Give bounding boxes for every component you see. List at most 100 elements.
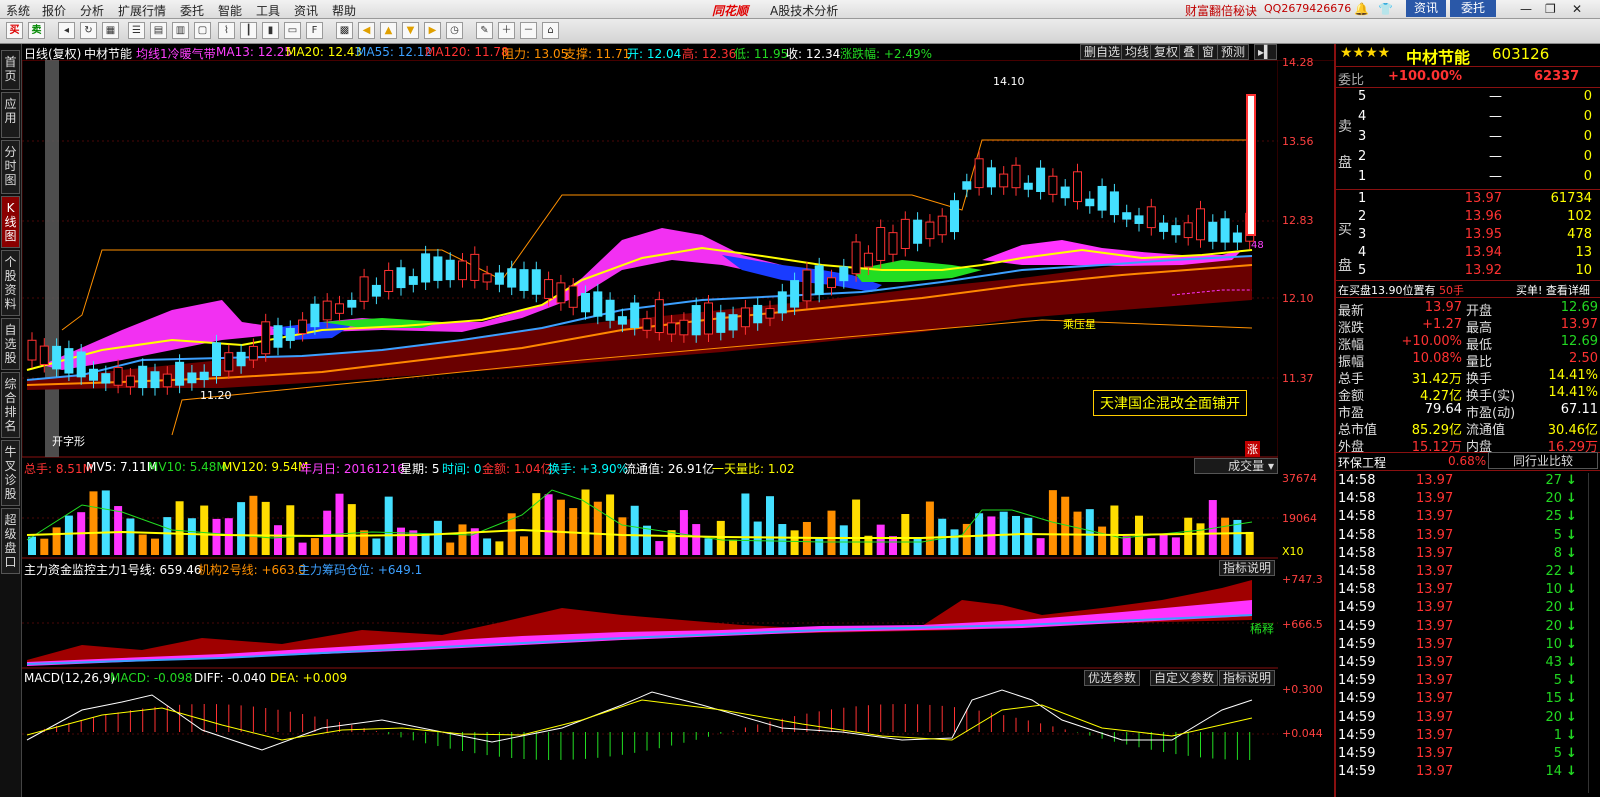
industry-compare-button[interactable]: 同行业比较 — [1488, 452, 1598, 469]
right-arrow-icon[interactable]: ▶ — [424, 22, 441, 39]
custom-param-button[interactable]: 自定义参数 — [1150, 670, 1219, 686]
buy-row[interactable]: 2 13.96 102 — [1358, 209, 1598, 227]
list-icon[interactable]: ☰ — [128, 22, 145, 39]
clock-icon[interactable]: ◷ — [446, 22, 463, 39]
nav-ranking[interactable]: 综合排名 — [1, 372, 20, 438]
sell-row[interactable]: 4 — 0 — [1358, 109, 1598, 129]
close-icon[interactable]: ✕ — [1572, 2, 1582, 16]
up-arrow-icon[interactable]: ▲ — [380, 22, 397, 39]
sell-row[interactable]: 5 — 0 — [1358, 89, 1598, 109]
sell-row[interactable]: 2 — 0 — [1358, 149, 1598, 169]
back-icon[interactable]: ◂ — [58, 22, 75, 39]
nav-super-panel[interactable]: 超级盘口 — [1, 508, 20, 574]
ma-button[interactable]: 均线 — [1121, 44, 1154, 60]
zoom-out-icon[interactable]: － — [520, 22, 537, 39]
nav-stock-info[interactable]: 个股资料 — [1, 250, 20, 316]
vol-date: 年月日: 20161216 — [300, 462, 405, 476]
industry-name[interactable]: 环保工程 — [1338, 454, 1386, 471]
news-annotation[interactable]: 天津国企混改全面铺开 — [1093, 390, 1247, 416]
refresh-icon[interactable]: ↻ — [80, 22, 97, 39]
macd-help-button[interactable]: 指标说明 — [1219, 670, 1276, 686]
volume-bar — [52, 527, 61, 555]
trade-button[interactable]: 委托 — [1450, 0, 1496, 17]
candle-body — [482, 273, 492, 283]
tick-price: 13.97 — [1416, 509, 1454, 525]
macd-header: MACD(12,26,9) MACD: -0.098 DIFF: -0.040 … — [22, 670, 1278, 686]
buy-row[interactable]: 1 13.97 61734 — [1358, 191, 1598, 209]
nav-diagnosis[interactable]: 牛叉诊股 — [1, 440, 20, 506]
menu-tools[interactable]: 工具 — [256, 2, 280, 19]
buy-row[interactable]: 5 13.92 10 — [1358, 263, 1598, 281]
menu-extended[interactable]: 扩展行情 — [118, 2, 166, 19]
menu-news[interactable]: 资讯 — [294, 2, 318, 19]
promo-link[interactable]: 财富翻倍秘诀 — [1185, 2, 1257, 19]
candle-body — [556, 282, 566, 304]
candle-body — [310, 303, 320, 328]
chart-icon[interactable]: ▤ — [150, 22, 167, 39]
buy-volume: 61734 — [1550, 191, 1592, 206]
grid-icon[interactable]: ▦ — [102, 22, 119, 39]
dea-value: DEA: +0.009 — [270, 671, 348, 685]
sell-row[interactable]: 1 — 0 — [1358, 169, 1598, 189]
menu-trade[interactable]: 委托 — [180, 2, 204, 19]
pen-icon[interactable]: ✎ — [476, 22, 493, 39]
restore-icon[interactable]: ❐ — [1545, 2, 1556, 16]
nav-timeshare[interactable]: 分时图 — [1, 140, 20, 194]
buy-button[interactable]: 买 — [6, 22, 23, 39]
nav-watchlist[interactable]: 自选股 — [1, 318, 20, 370]
menu-system[interactable]: 系统 — [6, 2, 30, 19]
zoom-in-icon[interactable]: ＋ — [498, 22, 515, 39]
adjust-button[interactable]: 复权 — [1150, 44, 1183, 60]
minimize-icon[interactable]: — — [1520, 2, 1532, 16]
menu-smart[interactable]: 智能 — [218, 2, 242, 19]
f10-icon[interactable]: F — [306, 22, 323, 39]
candle-body — [716, 312, 726, 333]
preset-param-button[interactable]: 优选参数 — [1084, 670, 1141, 686]
color-icon[interactable]: ▩ — [336, 22, 353, 39]
tick-price: 13.97 — [1416, 600, 1454, 616]
remove-watch-button[interactable]: 删自选 — [1080, 44, 1125, 60]
diff-line — [26, 689, 1253, 751]
volume-bar — [520, 536, 528, 555]
high-marker: 14.10 — [993, 75, 1025, 88]
kline-icon[interactable]: ┃ — [240, 22, 257, 39]
fund-help-button[interactable]: 指标说明 — [1219, 560, 1276, 576]
home-icon[interactable]: ⌂ — [542, 22, 559, 39]
menu-quote[interactable]: 报价 — [42, 2, 66, 19]
nav-kline[interactable]: K线图 — [1, 196, 20, 248]
buy-level: 5 — [1358, 263, 1367, 278]
buy-row[interactable]: 4 13.94 13 — [1358, 245, 1598, 263]
doc-icon[interactable]: ▭ — [284, 22, 301, 39]
overlay-button[interactable]: 叠 — [1179, 44, 1200, 60]
trend-icon[interactable]: ⌇ — [218, 22, 235, 39]
tick-volume: 43 — [1545, 655, 1562, 670]
chart-canvas[interactable]: × — [22, 60, 1278, 797]
buy-row[interactable]: 3 13.95 478 — [1358, 227, 1598, 245]
menu-analysis[interactable]: 分析 — [80, 2, 104, 19]
candle-body — [335, 303, 344, 314]
nav-apps[interactable]: 应用 — [1, 92, 20, 138]
candle-body — [494, 272, 504, 285]
left-arrow-icon[interactable]: ◀ — [358, 22, 375, 39]
shirt-icon[interactable]: 👕 — [1378, 2, 1393, 16]
forecast-button[interactable]: 预测 — [1217, 44, 1250, 60]
table-icon[interactable]: ▥ — [172, 22, 189, 39]
bars-icon[interactable]: ▮ — [262, 22, 279, 39]
window-icon[interactable]: ▢ — [194, 22, 211, 39]
volume-select[interactable]: 成交量 ▾ — [1194, 458, 1278, 474]
tick-scrollbar[interactable] — [1588, 473, 1599, 793]
info-button[interactable]: 资讯 — [1406, 0, 1446, 17]
window-button[interactable]: 窗 — [1198, 44, 1219, 60]
macd-histogram — [43, 704, 1251, 760]
collapse-icon[interactable]: ▸▍ — [1254, 44, 1278, 60]
down-arrow-icon[interactable]: ▼ — [402, 22, 419, 39]
sell-price: — — [1489, 109, 1502, 124]
sell-button[interactable]: 卖 — [28, 22, 45, 39]
queue-detail-link[interactable]: 买单! 查看详细 — [1516, 282, 1590, 298]
bell-icon[interactable]: 🔔 — [1354, 2, 1369, 16]
nav-home[interactable]: 首页 — [1, 50, 20, 90]
qq-link[interactable]: QQ2679426676 — [1264, 2, 1351, 15]
tick-row: 14:59 13.97 14 ↓ — [1338, 764, 1588, 782]
sell-row[interactable]: 3 — 0 — [1358, 129, 1598, 149]
menu-help[interactable]: 帮助 — [332, 2, 356, 19]
